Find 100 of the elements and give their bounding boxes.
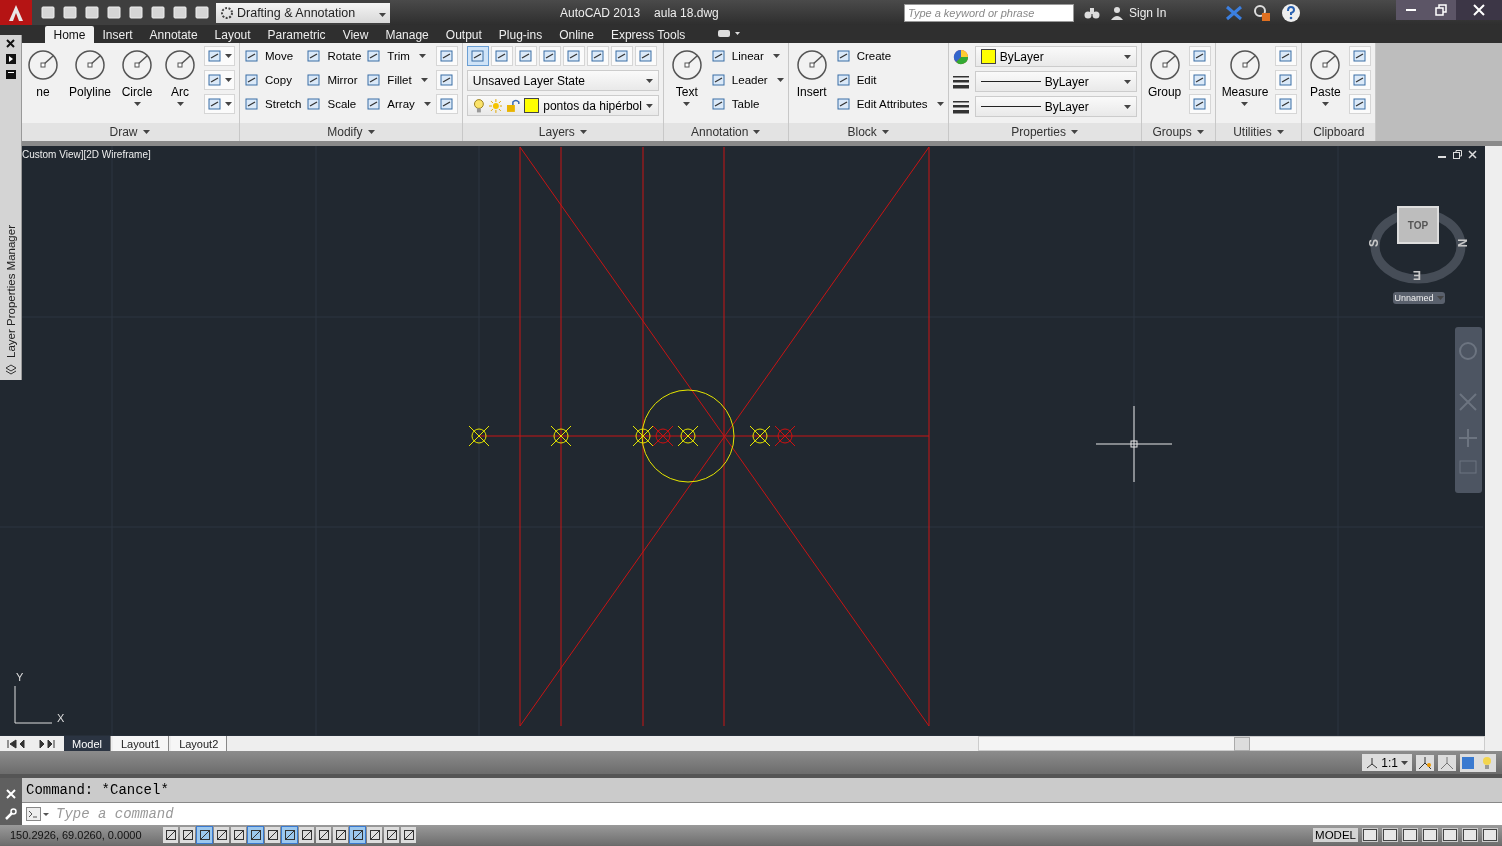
- layer-state-dropdown[interactable]: Unsaved Layer State: [466, 70, 659, 91]
- quick-access-icon[interactable]: [194, 5, 210, 20]
- drafting-toggle-button[interactable]: [180, 827, 195, 843]
- quick-access-icon[interactable]: [128, 5, 144, 20]
- ribbon-tool[interactable]: Trim: [366, 46, 431, 66]
- binoculars-icon[interactable]: [1084, 5, 1100, 20]
- ribbon-tool[interactable]: Linear: [710, 46, 784, 66]
- ribbon-tab[interactable]: Online: [550, 26, 603, 43]
- linetype-dropdown[interactable]: ByLayer: [974, 71, 1137, 92]
- linetype-dropdown[interactable]: ByLayer: [974, 96, 1137, 117]
- ribbon-tool[interactable]: Copy: [244, 70, 302, 90]
- sheet-tab[interactable]: Layout2: [171, 736, 228, 751]
- ribbon-tool[interactable]: Rotate: [306, 46, 362, 66]
- quick-access-icon[interactable]: [84, 5, 100, 20]
- icon-button[interactable]: [1275, 46, 1298, 66]
- ribbon-tool[interactable]: Arc: [161, 46, 200, 108]
- drafting-toggle-button[interactable]: [214, 827, 229, 843]
- layer-tool-button[interactable]: [634, 46, 657, 66]
- ribbon-tool[interactable]: Leader: [710, 70, 784, 90]
- drafting-toggle-button[interactable]: [231, 827, 246, 843]
- drafting-toggle-button[interactable]: [401, 827, 416, 843]
- ribbon-tool[interactable]: Table: [710, 94, 784, 114]
- icon-button[interactable]: [1275, 70, 1298, 90]
- ribbon-tab[interactable]: Plug-ins: [490, 26, 551, 43]
- workspace-switch-icon[interactable]: [1460, 753, 1496, 772]
- status-tool-icon[interactable]: [1382, 828, 1398, 842]
- drafting-toggle-button[interactable]: [384, 827, 399, 843]
- sheet-tab[interactable]: Layout1: [112, 736, 170, 751]
- color-dropdown[interactable]: ByLayer: [974, 46, 1137, 67]
- restore-button[interactable]: [1426, 0, 1456, 20]
- icon-button[interactable]: [204, 70, 236, 90]
- command-input[interactable]: Type a command: [56, 803, 1502, 825]
- status-tool-icon[interactable]: [1462, 828, 1478, 842]
- icon-button[interactable]: [1188, 46, 1211, 66]
- ucs-menu[interactable]: Unnamed: [1393, 292, 1445, 304]
- minimize-button[interactable]: [1396, 0, 1426, 20]
- drafting-toggle-button[interactable]: [248, 827, 263, 843]
- exchange-icon[interactable]: [1225, 4, 1243, 21]
- panel-title[interactable]: Properties: [948, 123, 1141, 141]
- ribbon-tool[interactable]: Measure: [1219, 46, 1271, 108]
- icon-button[interactable]: [1349, 94, 1372, 114]
- ribbon-tool[interactable]: Mirror: [306, 70, 362, 90]
- ribbon-tool[interactable]: Move: [244, 46, 302, 66]
- ribbon-tool[interactable]: Text: [667, 46, 706, 108]
- ribbon-tool[interactable]: Edit: [835, 70, 944, 90]
- layer-tool-button[interactable]: [466, 46, 489, 66]
- ribbon-tab[interactable]: View: [334, 26, 377, 43]
- command-prompt-icon[interactable]: [22, 803, 56, 825]
- icon-button[interactable]: [204, 94, 236, 114]
- icon-button[interactable]: [1349, 70, 1372, 90]
- ribbon-tool[interactable]: ne: [24, 46, 62, 101]
- vertical-scrollbar[interactable]: [1485, 146, 1502, 736]
- ribbon-tool[interactable]: Polyline: [67, 46, 114, 101]
- layer-tool-button[interactable]: [562, 46, 585, 66]
- application-menu-button[interactable]: [0, 0, 32, 25]
- quick-access-icon[interactable]: [150, 5, 166, 20]
- icon-button[interactable]: [1275, 94, 1298, 114]
- layer-tool-button[interactable]: [538, 46, 561, 66]
- help-icon[interactable]: [1281, 2, 1301, 23]
- quick-access-icon[interactable]: [62, 5, 78, 20]
- ribbon-tab[interactable]: Insert: [94, 26, 142, 43]
- ribbon-tool[interactable]: Edit Attributes: [835, 94, 944, 114]
- ribbon-toggle-icon[interactable]: [717, 30, 740, 38]
- ribbon-tab[interactable]: Parametric: [259, 26, 335, 43]
- ribbon-tab[interactable]: Output: [437, 26, 491, 43]
- drafting-toggle-button[interactable]: [265, 827, 280, 843]
- ribbon-tool[interactable]: Array: [366, 94, 431, 114]
- annotation-scale-control[interactable]: 1:1: [1362, 754, 1412, 771]
- icon-button[interactable]: [1188, 70, 1211, 90]
- icon-button[interactable]: [204, 46, 236, 66]
- layer-tool-button[interactable]: [610, 46, 633, 66]
- drafting-toggle-button[interactable]: [367, 827, 382, 843]
- status-tool-icon[interactable]: [1402, 828, 1418, 842]
- quick-access-icon[interactable]: [106, 5, 122, 20]
- search-field[interactable]: Type a keyword or phrase: [904, 3, 1074, 22]
- icon-button[interactable]: [1349, 46, 1372, 66]
- palette-title[interactable]: Layer Properties Manager: [4, 225, 17, 358]
- icon-button[interactable]: [435, 46, 458, 66]
- compass-label[interactable]: N: [1455, 238, 1470, 248]
- annotation-visibility-icon[interactable]: [1416, 754, 1434, 771]
- layer-dropdown[interactable]: pontos da hipérbol: [466, 95, 659, 116]
- close-button[interactable]: [1456, 0, 1502, 20]
- status-tool-icon[interactable]: [1442, 828, 1458, 842]
- ribbon-tab[interactable]: Layout: [206, 26, 260, 43]
- drafting-toggle-button[interactable]: [333, 827, 348, 843]
- compass-label[interactable]: S: [1367, 239, 1381, 247]
- drafting-toggle-button[interactable]: [197, 827, 212, 843]
- ribbon-tool[interactable]: Fillet: [366, 70, 431, 90]
- quick-access-icon[interactable]: [172, 5, 188, 20]
- compass-label[interactable]: E: [1413, 268, 1421, 282]
- ribbon-tool[interactable]: Circle: [118, 46, 157, 108]
- ribbon-tab[interactable]: Express Tools: [602, 26, 694, 43]
- ribbon-tool[interactable]: Create: [835, 46, 944, 66]
- restore-icon[interactable]: [1453, 150, 1462, 159]
- ribbon-tool[interactable]: Group: [1145, 46, 1184, 101]
- status-tool-icon[interactable]: [1482, 828, 1498, 842]
- viewport-label[interactable]: Custom View][2D Wireframe]: [22, 149, 151, 160]
- panel-title[interactable]: Groups: [1141, 123, 1215, 141]
- workspace-dropdown[interactable]: Drafting & Annotation: [216, 2, 390, 23]
- panel-title[interactable]: Clipboard: [1302, 123, 1376, 141]
